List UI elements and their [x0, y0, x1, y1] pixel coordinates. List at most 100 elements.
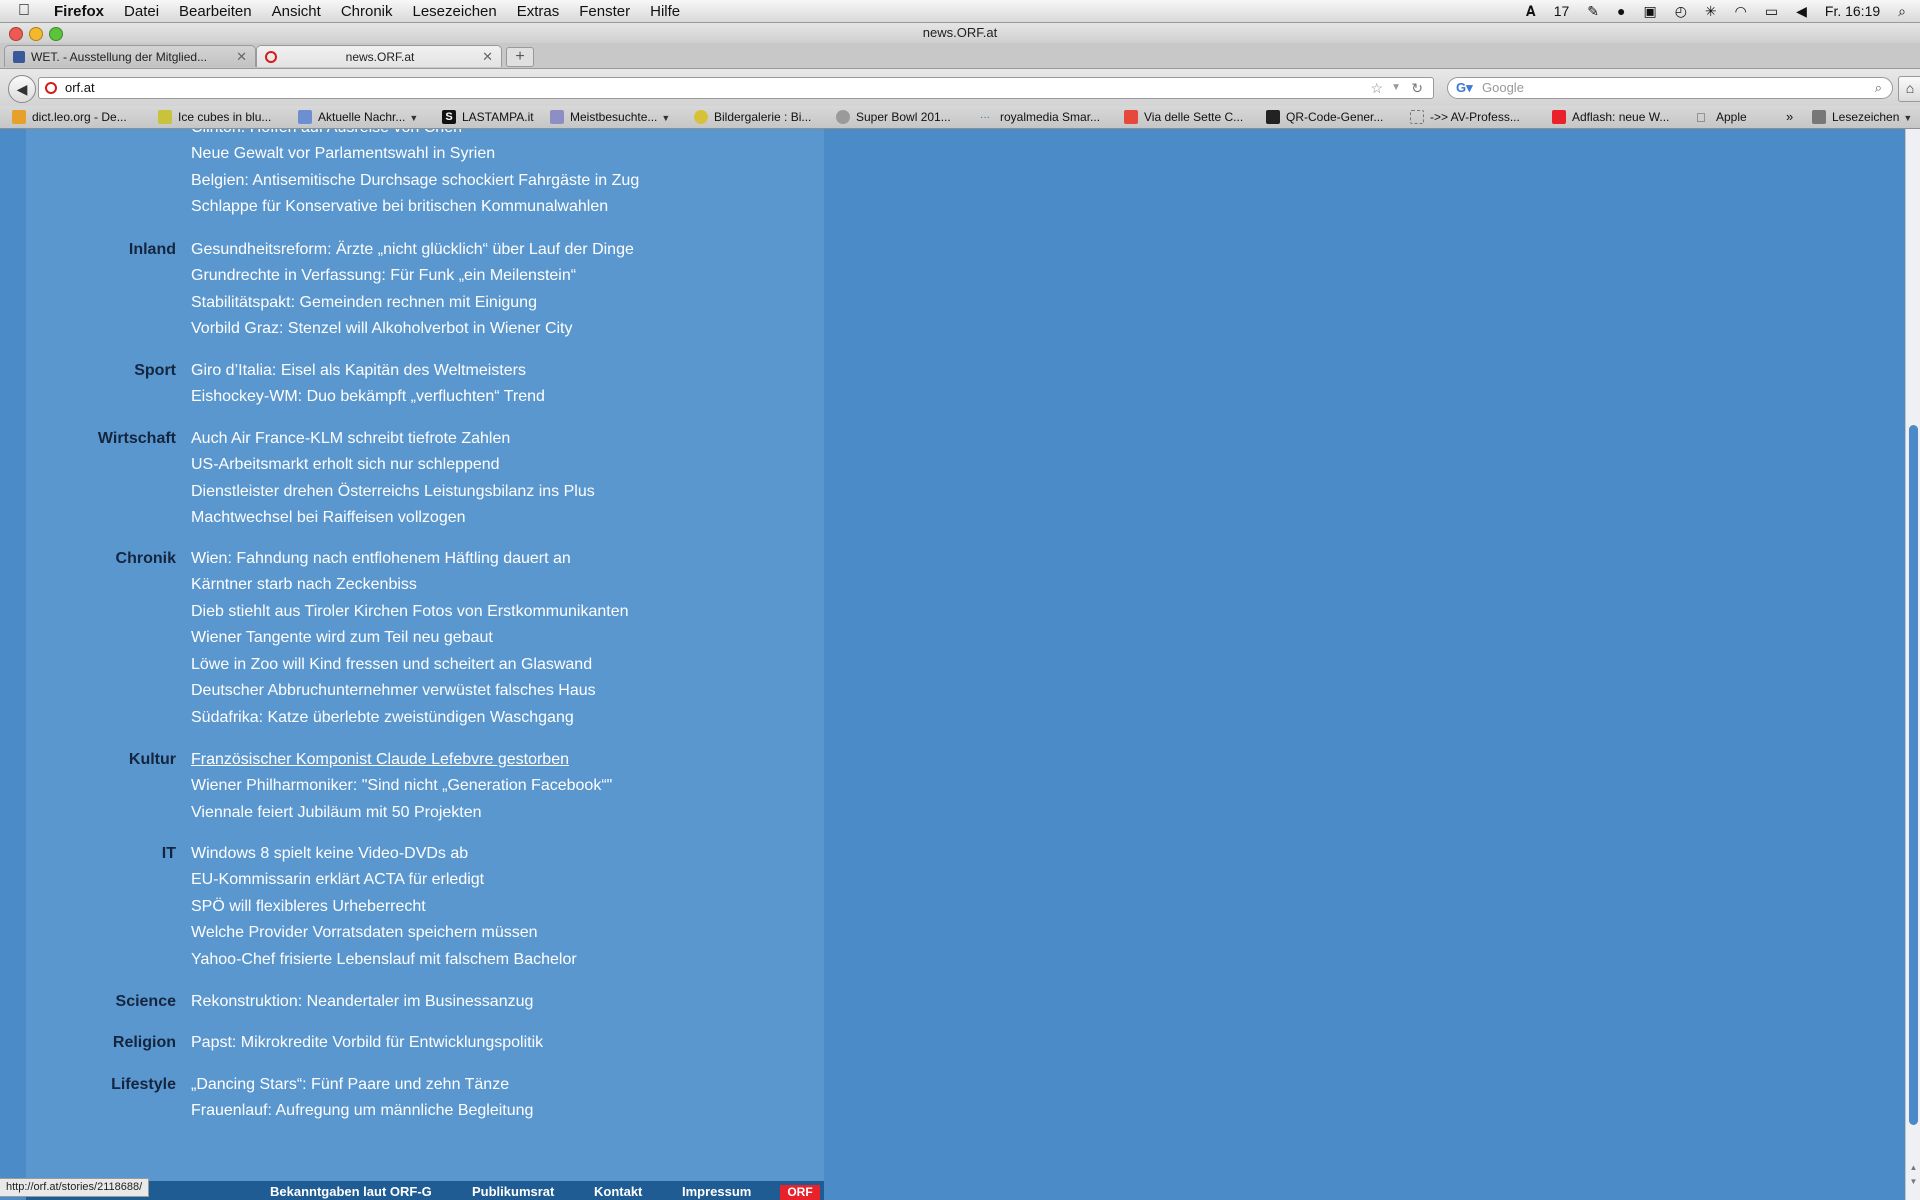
menu-chronik[interactable]: Chronik — [341, 3, 393, 20]
orf-logo[interactable]: ORF — [780, 1185, 820, 1200]
menu-hilfe[interactable]: Hilfe — [650, 3, 680, 20]
story-link[interactable]: Rekonstruktion: Neandertaler im Business… — [191, 993, 533, 1011]
story-link[interactable]: Stabilitätspakt: Gemeinden rechnen mit E… — [191, 294, 537, 312]
story-link[interactable]: Belgien: Antisemitische Durchsage schock… — [191, 172, 639, 190]
story-link[interactable]: Kärntner starb nach Zeckenbiss — [191, 576, 417, 594]
story-link[interactable]: Wiener Tangente wird zum Teil neu gebaut — [191, 629, 493, 647]
menu-app-name[interactable]: Firefox — [54, 3, 104, 20]
story-link[interactable]: „Dancing Stars“: Fünf Paare und zehn Tän… — [191, 1076, 509, 1094]
volume-icon[interactable]: ◀ — [1796, 3, 1807, 20]
apple-menu-icon[interactable]:  — [18, 2, 38, 20]
close-tab-icon[interactable]: ✕ — [482, 46, 493, 67]
section-label[interactable]: Wirtschaft — [98, 430, 176, 448]
section-label[interactable]: Kultur — [129, 751, 176, 769]
story-link[interactable]: Vorbild Graz: Stenzel will Alkoholverbot… — [191, 320, 573, 338]
story-link[interactable]: Grundrechte in Verfassung: Für Funk „ein… — [191, 267, 576, 285]
story-link[interactable]: Auch Air France-KLM schreibt tiefrote Za… — [191, 430, 510, 448]
story-link[interactable]: Machtwechsel bei Raiffeisen vollzogen — [191, 509, 466, 527]
story-link-hovered[interactable]: Französischer Komponist Claude Lefebvre … — [191, 751, 569, 769]
search-placeholder[interactable]: Google — [1482, 80, 1524, 95]
google-engine-icon[interactable]: G▾ — [1456, 81, 1473, 95]
story-link[interactable]: Windows 8 spielt keine Video-DVDs ab — [191, 845, 468, 863]
bookmark-royalmedia[interactable]: ··· royalmedia Smar... — [980, 109, 1100, 125]
story-link[interactable]: Yahoo-Chef frisierte Lebenslauf mit fals… — [191, 951, 577, 969]
story-link[interactable]: Gesundheitsreform: Ärzte „nicht glücklic… — [191, 241, 634, 259]
bookmark-super-bowl[interactable]: Super Bowl 201... — [836, 109, 951, 125]
bookmark-meistbesuchte[interactable]: Meistbesuchte... ▼ — [550, 109, 670, 125]
display-icon[interactable]: ▣ — [1643, 3, 1656, 20]
font-status-icon[interactable]: 𝐀 — [1526, 3, 1536, 20]
story-link[interactable]: Wien: Fahndung nach entflohenem Häftling… — [191, 550, 571, 568]
bluetooth-icon[interactable]: ✳ — [1705, 3, 1717, 20]
vertical-scrollbar[interactable]: ▲ ▼ — [1905, 129, 1920, 1200]
story-link[interactable]: SPÖ will flexibleres Urheberrecht — [191, 898, 426, 916]
section-label[interactable]: IT — [162, 845, 176, 863]
bookmark-adflash[interactable]: Adflash: neue W... — [1552, 109, 1669, 125]
menu-datei[interactable]: Datei — [124, 3, 159, 20]
footer-link-kontakt[interactable]: Kontakt — [594, 1184, 642, 1199]
story-link[interactable]: Neue Gewalt vor Parlamentswahl in Syrien — [191, 145, 495, 163]
back-button[interactable]: ◀ — [8, 75, 36, 103]
scroll-up-icon[interactable]: ▲ — [1909, 1163, 1918, 1172]
story-link[interactable]: Südafrika: Katze überlebte zweistündigen… — [191, 709, 574, 727]
bookmark-star-icon[interactable]: ☆ — [1370, 78, 1383, 98]
section-label[interactable]: Inland — [129, 241, 176, 259]
site-identity-icon[interactable] — [45, 82, 57, 94]
search-icon[interactable]: ⌕ — [1875, 78, 1882, 98]
story-link[interactable]: Löwe in Zoo will Kind fressen und scheit… — [191, 656, 592, 674]
bookmark-bildergalerie[interactable]: Bildergalerie : Bi... — [694, 109, 811, 125]
story-link[interactable]: US-Arbeitsmarkt erholt sich nur schleppe… — [191, 456, 500, 474]
story-link[interactable]: Frauenlauf: Aufregung um männliche Begle… — [191, 1102, 533, 1120]
bookmark-via-delle-sette[interactable]: Via delle Sette C... — [1124, 109, 1243, 125]
clock[interactable]: Fr. 16:19 — [1825, 3, 1880, 19]
section-label[interactable]: Chronik — [116, 550, 176, 568]
story-link[interactable]: Wiener Philharmoniker: "Sind nicht „Gene… — [191, 777, 612, 795]
section-label[interactable]: Sport — [134, 362, 176, 380]
story-link[interactable]: Dieb stiehlt aus Tiroler Kirchen Fotos v… — [191, 603, 629, 621]
menu-bearbeiten[interactable]: Bearbeiten — [179, 3, 252, 20]
close-tab-icon[interactable]: ✕ — [236, 46, 247, 67]
bookmark-lastampa[interactable]: S LASTAMPA.it — [442, 109, 534, 125]
pen-icon[interactable]: ✎ — [1587, 3, 1599, 20]
bookmark-dict-leo[interactable]: dict.leo.org - De... — [12, 109, 127, 125]
url-history-dropdown-icon[interactable]: ▼ — [1391, 78, 1401, 98]
url-bar[interactable]: orf.at ☆ ▼ ↻ — [38, 77, 1434, 99]
section-label[interactable]: Religion — [113, 1034, 176, 1052]
zoom-window-icon[interactable] — [49, 27, 63, 41]
minimize-window-icon[interactable] — [29, 27, 43, 41]
bookmark-apple[interactable]:  Apple — [1696, 109, 1747, 125]
story-link[interactable]: Deutscher Abbruchunternehmer verwüstet f… — [191, 682, 596, 700]
bookmark-qr-code[interactable]: QR-Code-Gener... — [1266, 109, 1383, 125]
wifi-icon[interactable]: ◠ — [1735, 3, 1747, 20]
story-link[interactable]: Eishockey-WM: Duo bekämpft „verfluchten“… — [191, 388, 545, 406]
spotlight-icon[interactable]: ⌕ — [1898, 3, 1906, 20]
close-window-icon[interactable] — [9, 27, 23, 41]
story-link[interactable]: Papst: Mikrokredite Vorbild für Entwickl… — [191, 1034, 543, 1052]
disk-icon[interactable]: ● — [1617, 3, 1625, 19]
bookmarks-overflow-icon[interactable]: » — [1786, 109, 1793, 125]
home-button[interactable]: ⌂ — [1898, 76, 1920, 102]
footer-link-publikumsrat[interactable]: Publikumsrat — [472, 1184, 554, 1199]
tab-wet[interactable]: WET. - Ausstellung der Mitglied... ✕ — [4, 45, 256, 67]
footer-link-bekanntgaben[interactable]: Bekanntgaben laut ORF-G — [270, 1184, 432, 1199]
story-link[interactable]: Dienstleister drehen Österreichs Leistun… — [191, 483, 595, 501]
story-link[interactable]: Viennale feiert Jubiläum mit 50 Projekte… — [191, 804, 482, 822]
menu-extras[interactable]: Extras — [517, 3, 560, 20]
new-tab-button[interactable]: + — [506, 47, 534, 67]
bookmark-aktuelle-nachrichten[interactable]: Aktuelle Nachr... ▼ — [298, 109, 418, 125]
bookmark-av-profess[interactable]: ->> AV-Profess... — [1410, 109, 1520, 125]
bookmarks-menu[interactable]: Lesezeichen ▼ — [1812, 109, 1912, 125]
menu-fenster[interactable]: Fenster — [579, 3, 630, 20]
story-link[interactable]: EU-Kommissarin erklärt ACTA für erledigt — [191, 871, 484, 889]
section-label[interactable]: Lifestyle — [111, 1076, 176, 1094]
url-text[interactable]: orf.at — [65, 80, 95, 95]
menu-lesezeichen[interactable]: Lesezeichen — [413, 3, 497, 20]
scroll-down-icon[interactable]: ▼ — [1909, 1177, 1918, 1186]
story-link[interactable]: Clinton: Hoffen auf Ausreise von Chen — [191, 129, 462, 137]
menu-ansicht[interactable]: Ansicht — [272, 3, 321, 20]
section-label[interactable]: Science — [116, 993, 176, 1011]
time-machine-icon[interactable]: ◴ — [1675, 3, 1687, 20]
scrollbar-thumb[interactable] — [1909, 425, 1918, 1125]
story-link[interactable]: Welche Provider Vorratsdaten speichern m… — [191, 924, 538, 942]
tab-news-orf[interactable]: news.ORF.at ✕ — [256, 45, 502, 67]
